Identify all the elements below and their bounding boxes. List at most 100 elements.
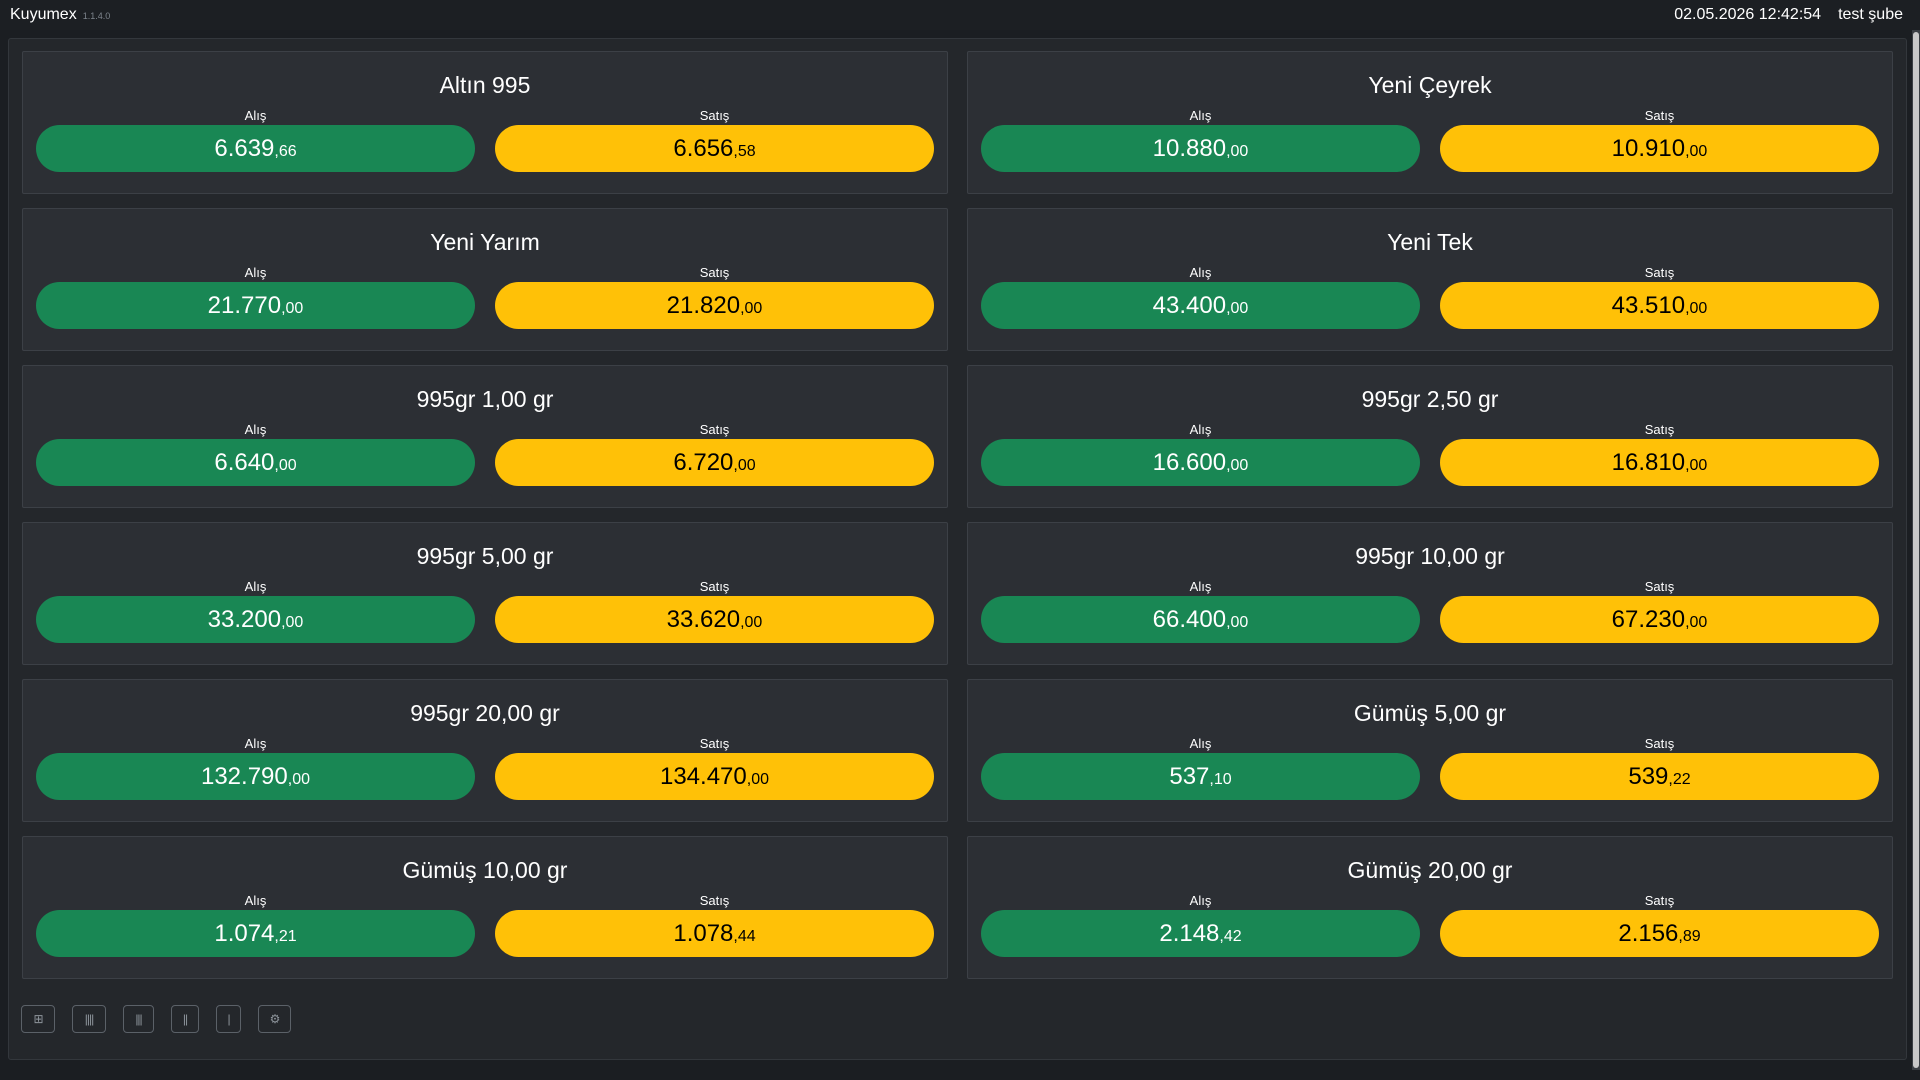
buy-price: 132.790,00 bbox=[36, 753, 475, 800]
sell-price-integer: 134.470 bbox=[659, 762, 747, 790]
buy-section: Alış 1.074,21 bbox=[36, 893, 475, 957]
buy-price-integer: 66.400 bbox=[1152, 605, 1227, 633]
layout-3-columns-button[interactable]: ||| bbox=[123, 1005, 154, 1033]
sell-price-decimal: ,44 bbox=[733, 927, 756, 945]
sell-label: Satış bbox=[1644, 579, 1675, 594]
layout-grid-button[interactable]: ⊞ bbox=[21, 1005, 55, 1033]
buy-label: Alış bbox=[244, 893, 267, 908]
sell-label: Satış bbox=[1644, 893, 1675, 908]
buy-price: 21.770,00 bbox=[36, 282, 475, 329]
sell-label: Satış bbox=[699, 736, 730, 751]
card-title: Gümüş 10,00 gr bbox=[402, 857, 568, 883]
sell-price-decimal: ,00 bbox=[733, 456, 756, 474]
buy-price-integer: 16.600 bbox=[1152, 448, 1227, 476]
gear-icon: ⚙ bbox=[269, 1012, 281, 1026]
price-card: Yeni Tek Alış 43.400,00 Satış 43.510,00 bbox=[967, 208, 1893, 351]
sell-label: Satış bbox=[1644, 422, 1675, 437]
sell-section: Satış 134.470,00 bbox=[495, 736, 934, 800]
sell-price-decimal: ,00 bbox=[740, 613, 763, 631]
buy-label: Alış bbox=[244, 422, 267, 437]
layout-1-column-button[interactable]: | bbox=[216, 1005, 241, 1033]
buy-section: Alış 6.639,66 bbox=[36, 108, 475, 172]
buy-label: Alış bbox=[244, 579, 267, 594]
buy-section: Alış 6.640,00 bbox=[36, 422, 475, 486]
settings-button[interactable]: ⚙ bbox=[258, 1005, 291, 1033]
sell-price-integer: 6.656 bbox=[673, 134, 734, 162]
buy-section: Alış 43.400,00 bbox=[981, 265, 1420, 329]
one-column-icon: | bbox=[227, 1012, 230, 1026]
buy-price-decimal: ,00 bbox=[287, 770, 310, 788]
buy-price-integer: 1.074 bbox=[214, 919, 275, 947]
sell-price-integer: 10.910 bbox=[1611, 134, 1686, 162]
sell-price-decimal: ,89 bbox=[1678, 927, 1701, 945]
sell-section: Satış 6.720,00 bbox=[495, 422, 934, 486]
buy-price-integer: 2.148 bbox=[1159, 919, 1220, 947]
buy-price-integer: 6.639 bbox=[214, 134, 275, 162]
sell-label: Satış bbox=[699, 108, 730, 123]
sell-price: 134.470,00 bbox=[495, 753, 934, 800]
sell-price: 16.810,00 bbox=[1440, 439, 1879, 486]
sell-price-integer: 16.810 bbox=[1611, 448, 1686, 476]
buy-price: 537,10 bbox=[981, 753, 1420, 800]
price-card: Altın 995 Alış 6.639,66 Satış 6.656,58 bbox=[22, 51, 948, 194]
buy-price: 10.880,00 bbox=[981, 125, 1420, 172]
price-card: 995gr 10,00 gr Alış 66.400,00 Satış 67.2… bbox=[967, 522, 1893, 665]
sell-label: Satış bbox=[699, 422, 730, 437]
buy-price: 43.400,00 bbox=[981, 282, 1420, 329]
sell-section: Satış 43.510,00 bbox=[1440, 265, 1879, 329]
buy-price-decimal: ,00 bbox=[281, 613, 304, 631]
buy-price-decimal: ,21 bbox=[274, 927, 297, 945]
price-card: Gümüş 20,00 gr Alış 2.148,42 Satış 2.156… bbox=[967, 836, 1893, 979]
buy-price: 16.600,00 bbox=[981, 439, 1420, 486]
sell-price-integer: 33.620 bbox=[666, 605, 741, 633]
buy-price: 2.148,42 bbox=[981, 910, 1420, 957]
card-title: 995gr 1,00 gr bbox=[416, 386, 554, 412]
buy-label: Alış bbox=[1189, 579, 1212, 594]
sell-price-decimal: ,00 bbox=[1685, 299, 1708, 317]
price-card: 995gr 1,00 gr Alış 6.640,00 Satış 6.720,… bbox=[22, 365, 948, 508]
sell-price-decimal: ,00 bbox=[740, 299, 763, 317]
top-bar: Kuyumex 1.1.4.0 02.05.2026 12:42:54 test… bbox=[0, 0, 1920, 30]
buy-price: 33.200,00 bbox=[36, 596, 475, 643]
buy-price-integer: 43.400 bbox=[1152, 291, 1227, 319]
buy-price-decimal: ,66 bbox=[274, 142, 297, 160]
price-card-grid: Altın 995 Alış 6.639,66 Satış 6.656,58 Y… bbox=[22, 51, 1893, 979]
card-title: 995gr 10,00 gr bbox=[1355, 543, 1505, 569]
card-title: Gümüş 20,00 gr bbox=[1347, 857, 1513, 883]
scrollbar[interactable] bbox=[1912, 30, 1920, 1070]
scrollbar-thumb[interactable] bbox=[1913, 32, 1919, 1068]
buy-price-integer: 132.790 bbox=[200, 762, 288, 790]
branch-name: test şube bbox=[1838, 6, 1903, 23]
sell-label: Satış bbox=[1644, 265, 1675, 280]
card-title: Yeni Tek bbox=[1387, 229, 1473, 255]
sell-section: Satış 21.820,00 bbox=[495, 265, 934, 329]
buy-section: Alış 21.770,00 bbox=[36, 265, 475, 329]
layout-4-columns-button[interactable]: |||| bbox=[72, 1005, 106, 1033]
buy-price-decimal: ,10 bbox=[1209, 770, 1232, 788]
buy-section: Alış 2.148,42 bbox=[981, 893, 1420, 957]
price-card: Gümüş 10,00 gr Alış 1.074,21 Satış 1.078… bbox=[22, 836, 948, 979]
sell-price-decimal: ,00 bbox=[1685, 456, 1708, 474]
price-card: Gümüş 5,00 gr Alış 537,10 Satış 539,22 bbox=[967, 679, 1893, 822]
sell-price-integer: 21.820 bbox=[666, 291, 741, 319]
sell-price: 2.156,89 bbox=[1440, 910, 1879, 957]
sell-price-integer: 539 bbox=[1628, 762, 1669, 790]
buy-price: 1.074,21 bbox=[36, 910, 475, 957]
sell-section: Satış 1.078,44 bbox=[495, 893, 934, 957]
buy-price: 6.639,66 bbox=[36, 125, 475, 172]
sell-section: Satış 6.656,58 bbox=[495, 108, 934, 172]
buy-label: Alış bbox=[1189, 893, 1212, 908]
buy-price-integer: 10.880 bbox=[1152, 134, 1227, 162]
sell-price: 10.910,00 bbox=[1440, 125, 1879, 172]
sell-price-decimal: ,00 bbox=[1685, 142, 1708, 160]
sell-section: Satış 10.910,00 bbox=[1440, 108, 1879, 172]
sell-price: 21.820,00 bbox=[495, 282, 934, 329]
layout-2-columns-button[interactable]: || bbox=[171, 1005, 199, 1033]
price-board-panel: Altın 995 Alış 6.639,66 Satış 6.656,58 Y… bbox=[8, 38, 1907, 1060]
card-title: Yeni Yarım bbox=[430, 229, 540, 255]
price-card: Yeni Yarım Alış 21.770,00 Satış 21.820,0… bbox=[22, 208, 948, 351]
buy-section: Alış 16.600,00 bbox=[981, 422, 1420, 486]
buy-label: Alış bbox=[1189, 736, 1212, 751]
card-title: Yeni Çeyrek bbox=[1368, 72, 1492, 98]
sell-section: Satış 67.230,00 bbox=[1440, 579, 1879, 643]
